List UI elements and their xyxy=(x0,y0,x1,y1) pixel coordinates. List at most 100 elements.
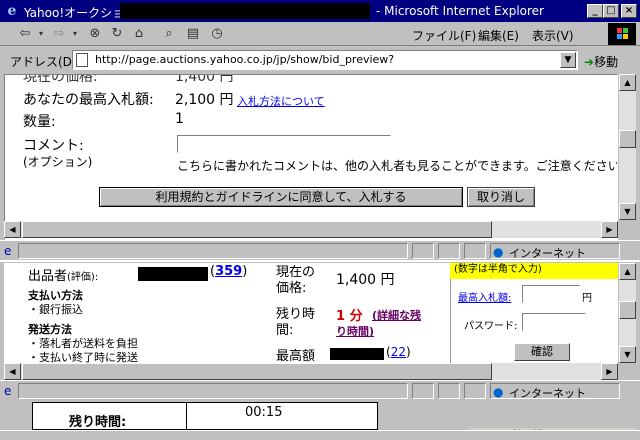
maximize-button[interactable]: □ xyxy=(603,4,619,18)
max-bid-value: 2,100 円 xyxy=(175,92,234,108)
half-width-note: (数字は半角で入力) xyxy=(450,263,618,279)
comment-optional-label: (オプション) xyxy=(23,155,93,169)
go-label: 移動 xyxy=(594,55,619,69)
bid-count-link[interactable]: 22 xyxy=(391,345,406,359)
shipping-item-2: ・支払い終了時に発送 xyxy=(28,351,138,363)
remaining-label-2: 間: xyxy=(276,323,294,338)
confirm-button[interactable]: 確認 xyxy=(514,343,570,361)
comment-note: こちらに書かれたコメントは、他の入札者も見ることができます。ご注意ください。 xyxy=(177,159,618,173)
pane2-horizontal-scrollbar[interactable]: ◀ ▶ xyxy=(4,363,618,380)
status-cell-3 xyxy=(438,243,460,259)
address-bar: アドレス(D) http://page.auctions.yahoo.co.jp… xyxy=(0,47,640,73)
scroll-up-icon-2[interactable]: ▲ xyxy=(619,263,636,280)
go-button[interactable]: ➜移動 xyxy=(584,53,618,70)
current-price-value: 1,400 円 xyxy=(336,272,395,288)
status-cell-4 xyxy=(464,243,486,259)
status-cell-3b xyxy=(438,383,460,399)
windows-logo-icon xyxy=(608,23,636,45)
auction-info-pane: 出品者(評価): (359) 支払い方法 ・銀行振込 発送方法 ・落札者が送料を… xyxy=(4,263,618,363)
quantity-label: 数量: xyxy=(23,114,56,130)
scroll-up-icon[interactable]: ▲ xyxy=(619,74,636,91)
scroll-left-icon-2[interactable]: ◀ xyxy=(4,363,21,380)
password-input[interactable] xyxy=(522,313,586,331)
hscroll-thumb-2[interactable] xyxy=(22,363,492,380)
close-button[interactable]: × xyxy=(621,4,637,18)
status-bar-2: e ● インターネット xyxy=(0,380,640,400)
zone-label-2: インターネット xyxy=(509,387,586,400)
redacted-highest-bidder xyxy=(330,348,384,360)
ie-status-icon-2: e xyxy=(4,384,12,398)
scroll-down-icon-2[interactable]: ▼ xyxy=(619,346,636,363)
hscroll-thumb[interactable] xyxy=(22,221,492,238)
scroll-down-icon[interactable]: ▼ xyxy=(619,203,636,220)
title-bar: e Yahoo!オークション - - Microsoft Internet Ex… xyxy=(0,0,640,22)
highest-bid-label: 最高額 xyxy=(276,349,316,363)
comment-input[interactable] xyxy=(177,135,391,153)
minimize-button[interactable]: _ xyxy=(587,4,603,18)
address-dropdown-icon[interactable]: ▼ xyxy=(560,52,576,68)
menu-edit[interactable]: 編集(E) xyxy=(478,27,519,44)
back-icon[interactable]: ⇦ xyxy=(16,25,34,43)
scroll-corner xyxy=(619,221,636,238)
taskbar xyxy=(0,430,640,440)
detailed-remaining-link-1[interactable]: (詳細な残 xyxy=(372,307,421,323)
window-title-right: - Microsoft Internet Explorer xyxy=(376,4,544,18)
favorites-icon[interactable]: ▤ xyxy=(184,25,202,43)
status-bar: e ● インターネット xyxy=(0,240,640,260)
seller-label: 出品者(評価): xyxy=(28,265,98,284)
forward-icon[interactable]: ⇨ xyxy=(50,25,68,43)
scroll-right-icon[interactable]: ▶ xyxy=(601,221,618,238)
max-bid-label: あなたの最高入札額: xyxy=(23,92,154,108)
menu-file[interactable]: ファイル(F) xyxy=(412,27,476,44)
cancel-button[interactable]: 取り消し xyxy=(467,187,535,207)
start-button[interactable] xyxy=(2,431,72,440)
zone-label: インターネット xyxy=(509,247,586,260)
status-text-cell-2 xyxy=(18,383,408,399)
current-price-label-cut: 現在の価格: xyxy=(23,74,98,85)
remaining-cell-label: 残り時間: xyxy=(33,403,187,430)
status-cell-4b xyxy=(464,383,486,399)
pane2-vertical-scrollbar[interactable]: ▲ ▼ xyxy=(619,263,636,363)
quantity-value: 1 xyxy=(175,111,184,127)
back-dropdown-icon[interactable]: ▾ xyxy=(36,25,46,43)
remaining-time-value: 00:15 xyxy=(245,405,283,420)
menu-view[interactable]: 表示(V) xyxy=(532,27,574,44)
comment-label: コメント: xyxy=(23,138,84,154)
max-bid-input[interactable] xyxy=(522,285,580,303)
forward-dropdown-icon[interactable]: ▾ xyxy=(70,25,80,43)
globe-icon: ● xyxy=(493,245,504,259)
bid-method-link[interactable]: 入札方法について xyxy=(237,93,325,109)
globe-icon-2: ● xyxy=(493,385,504,399)
address-input[interactable]: http://page.auctions.yahoo.co.jp/jp/show… xyxy=(72,50,578,70)
seller-score[interactable]: (359) xyxy=(210,264,247,279)
redacted-seller-name xyxy=(138,267,208,281)
scroll-left-icon[interactable]: ◀ xyxy=(4,221,21,238)
toolbar: ⇦ ▾ ⇨ ▾ ⊗ ↻ ⌂ ⌕ ▤ ◷ ファイル(F) 編集(E) 表示(V) xyxy=(0,22,640,46)
highest-bid-count[interactable]: (22) xyxy=(386,345,411,359)
scroll-thumb[interactable] xyxy=(619,130,636,148)
current-price-label-2: 価格: xyxy=(276,281,307,296)
home-icon[interactable]: ⌂ xyxy=(130,25,148,43)
status-text-cell xyxy=(18,243,408,259)
agree-and-bid-button[interactable]: 利用規約とガイドラインに同意して、入札する xyxy=(99,187,463,207)
zone-cell: ● インターネット xyxy=(490,243,620,260)
remaining-value: 1 分 xyxy=(336,309,363,324)
scroll-thumb-2[interactable] xyxy=(619,301,636,319)
payment-item: ・銀行振込 xyxy=(28,303,83,316)
pane1-horizontal-scrollbar[interactable]: ◀ ▶ xyxy=(4,221,618,238)
history-icon[interactable]: ◷ xyxy=(208,25,226,43)
ie-status-icon: e xyxy=(4,244,12,258)
seller-eval-label: (評価): xyxy=(67,272,99,283)
zone-cell-2: ● インターネット xyxy=(490,383,620,400)
max-bid-link[interactable]: 最高入札額: xyxy=(458,289,511,304)
stop-icon[interactable]: ⊗ xyxy=(86,25,104,43)
detailed-remaining-link-2[interactable]: り時間) xyxy=(336,323,374,339)
seller-score-link[interactable]: 359 xyxy=(215,264,242,279)
password-label: パスワード: xyxy=(464,321,518,332)
remaining-time-table: 残り時間: 00:15 xyxy=(32,402,378,430)
pane1-vertical-scrollbar[interactable]: ▲ ▼ xyxy=(619,74,636,220)
refresh-icon[interactable]: ↻ xyxy=(108,25,126,43)
scroll-right-icon-2[interactable]: ▶ xyxy=(601,363,618,380)
address-label: アドレス(D) xyxy=(10,55,77,69)
search-icon[interactable]: ⌕ xyxy=(160,25,178,43)
